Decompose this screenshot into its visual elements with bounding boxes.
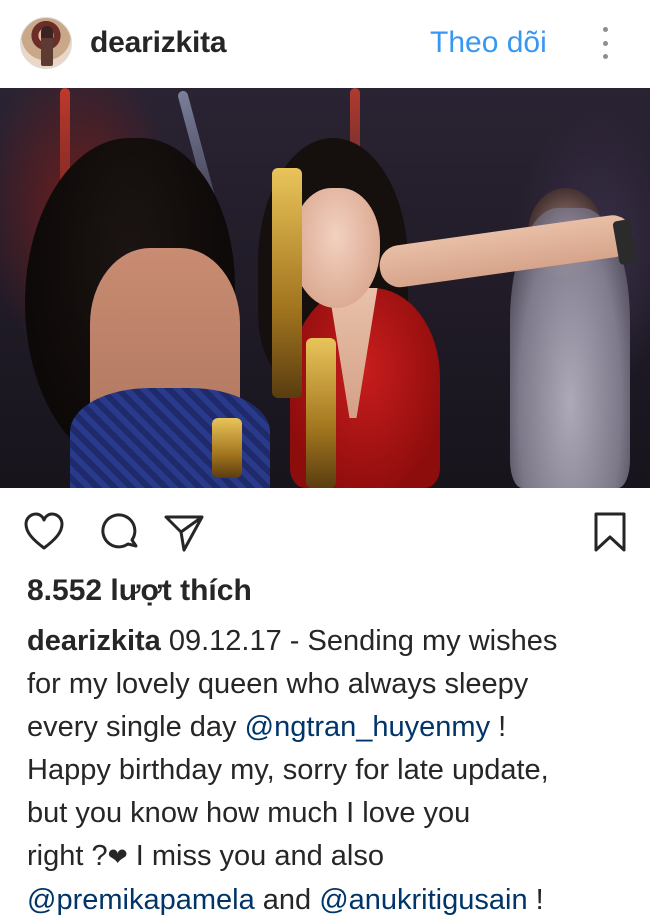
more-vertical-icon[interactable] [598, 27, 612, 59]
mention-link[interactable]: @ngtran_huyenmy [245, 711, 490, 743]
caption-line-3: every single day @ngtran_huyenmy ! [27, 706, 632, 749]
post-header: dearizkita Theo dõi [0, 0, 650, 88]
mention-link[interactable]: @anukritigusain [319, 884, 527, 916]
heart-emoji: ❤ [107, 844, 128, 871]
comment-icon[interactable] [98, 510, 142, 554]
caption-text: I miss you and also [127, 840, 385, 872]
caption-text: ! [527, 884, 544, 916]
avatar[interactable] [20, 17, 72, 69]
heart-icon[interactable] [22, 510, 66, 554]
post-photo[interactable] [0, 88, 650, 488]
instagram-post: dearizkita Theo dõi 8.552 lượt thích dea… [0, 0, 650, 920]
caption-line-7: @premikapamela and @anukritigusain ! [27, 879, 632, 920]
bookmark-icon[interactable] [588, 510, 632, 554]
follow-button[interactable]: Theo dõi [430, 26, 547, 60]
mention-link[interactable]: @premikapamela [27, 884, 255, 916]
caption-text: ! [490, 711, 507, 743]
post-username[interactable]: dearizkita [90, 26, 227, 60]
caption-line-4: Happy birthday my, sorry for late update… [27, 754, 549, 786]
caption-line-2: for my lovely queen who always sleepy [27, 668, 529, 700]
caption-line-1: dearizkita 09.12.17 - Sending my wishes [27, 620, 632, 663]
likes-count[interactable]: 8.552 lượt thích [27, 574, 252, 608]
send-icon[interactable] [162, 510, 206, 554]
caption-text: 09.12.17 - Sending my wishes [160, 625, 558, 657]
caption-username[interactable]: dearizkita [27, 625, 161, 657]
caption-line-6: right ?❤ I miss you and also [27, 835, 632, 879]
caption-text: every single day [27, 711, 245, 743]
caption-text: right ? [27, 840, 108, 872]
post-caption: dearizkita 09.12.17 - Sending my wishes … [27, 620, 632, 920]
caption-line-5: but you know how much I love you [27, 797, 471, 829]
caption-text: and [254, 884, 320, 916]
action-bar [0, 488, 650, 573]
